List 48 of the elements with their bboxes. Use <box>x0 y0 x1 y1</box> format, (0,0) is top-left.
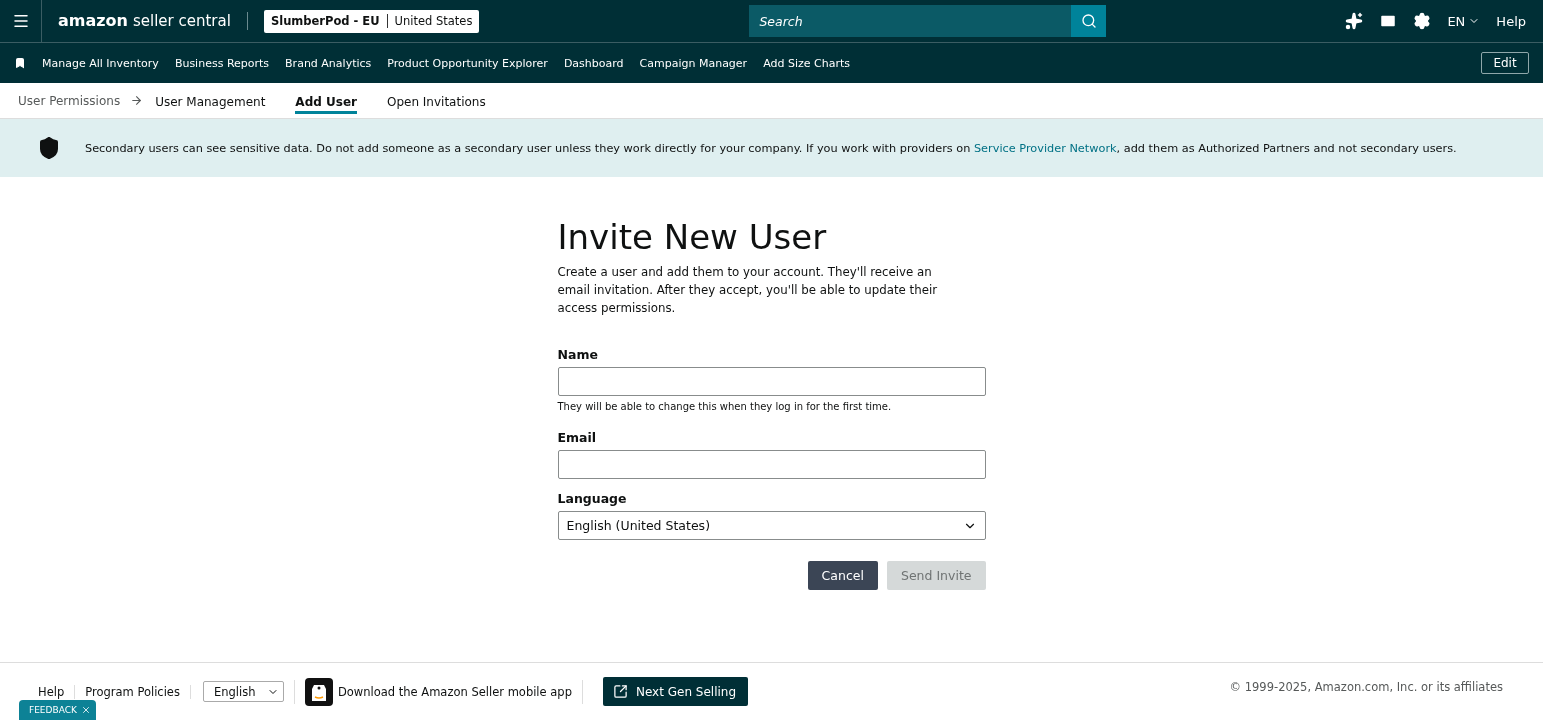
bookmark-icon[interactable] <box>14 57 26 69</box>
nav-link[interactable]: Business Reports <box>174 56 270 70</box>
search-icon <box>1080 13 1097 29</box>
page-title: Invite New User <box>557 217 828 257</box>
external-link-icon <box>612 684 628 699</box>
field-label: Language <box>557 491 628 506</box>
menu-icon <box>11 12 30 30</box>
logo-brand: amazon <box>58 12 128 30</box>
copyright-text: © 1999-2025, Amazon.com, Inc. or its affiliates <box>1229 679 1503 694</box>
close-icon <box>80 705 91 715</box>
footer-language-select[interactable]: English <box>202 681 284 702</box>
account-switcher[interactable]: SlumberPod - EU United States <box>263 9 480 33</box>
logo-product: seller central <box>132 12 231 30</box>
field-label: Name <box>557 347 599 362</box>
tab[interactable]: Add User <box>295 91 357 114</box>
banner-message: Secondary users can see sensitive data. Do not add someone as a secondary user unless they work directly for your company. If you work with providers on Service Provider Network, add them as Authorized Partners and not secondary users. <box>85 141 1457 155</box>
mobile-app-text[interactable]: Download the Amazon Seller mobile app <box>337 684 572 699</box>
nav-link[interactable]: Campaign Manager <box>639 56 748 70</box>
feedback-tab[interactable]: FEEDBACK <box>19 700 96 720</box>
tab[interactable]: User Management <box>155 91 266 114</box>
language-menu[interactable]: EN <box>1447 13 1481 29</box>
footer-link[interactable]: Help <box>38 684 76 699</box>
shield-icon <box>37 136 61 160</box>
logo[interactable]: amazon seller central <box>58 12 248 30</box>
input-field[interactable] <box>557 367 986 396</box>
search-button[interactable] <box>1071 5 1107 37</box>
tab[interactable]: Open Invitations <box>386 91 486 114</box>
search-field[interactable]: Search <box>749 5 1072 37</box>
nav-link[interactable]: Add Size Charts <box>763 56 850 70</box>
nav-link[interactable]: Brand Analytics <box>285 56 372 70</box>
field-hint: They will be able to change this when they log in for the first time. <box>557 401 893 412</box>
help-link[interactable]: Help <box>1496 13 1526 29</box>
intro-text: Create a user and add them to your account. They'll receive an email invitation. After they accept, you'll be able to update their access permissions. <box>557 264 939 317</box>
footer-link[interactable]: Program Policies <box>75 684 191 699</box>
input-field[interactable] <box>557 450 986 479</box>
nav-link[interactable]: Dashboard <box>563 56 624 70</box>
sparkle-icon[interactable] <box>1345 12 1364 30</box>
shopping-tag-icon <box>304 677 333 706</box>
next-gen-selling-button[interactable]: Next Gen Selling <box>602 677 749 706</box>
edit-button[interactable]: Edit <box>1481 52 1529 74</box>
nav-link[interactable]: Product Opportunity Explorer <box>387 56 548 70</box>
nav-link[interactable]: Manage All Inventory <box>42 56 159 70</box>
breadcrumb-link[interactable]: User Permissions <box>18 93 121 108</box>
cancel-button[interactable]: Cancel <box>807 561 878 590</box>
arrow-icon <box>130 94 144 107</box>
service-provider-link[interactable]: Service Provider Network <box>973 141 1117 155</box>
language-select[interactable]: English (United States) <box>557 511 986 540</box>
field-label: Email <box>557 430 598 445</box>
